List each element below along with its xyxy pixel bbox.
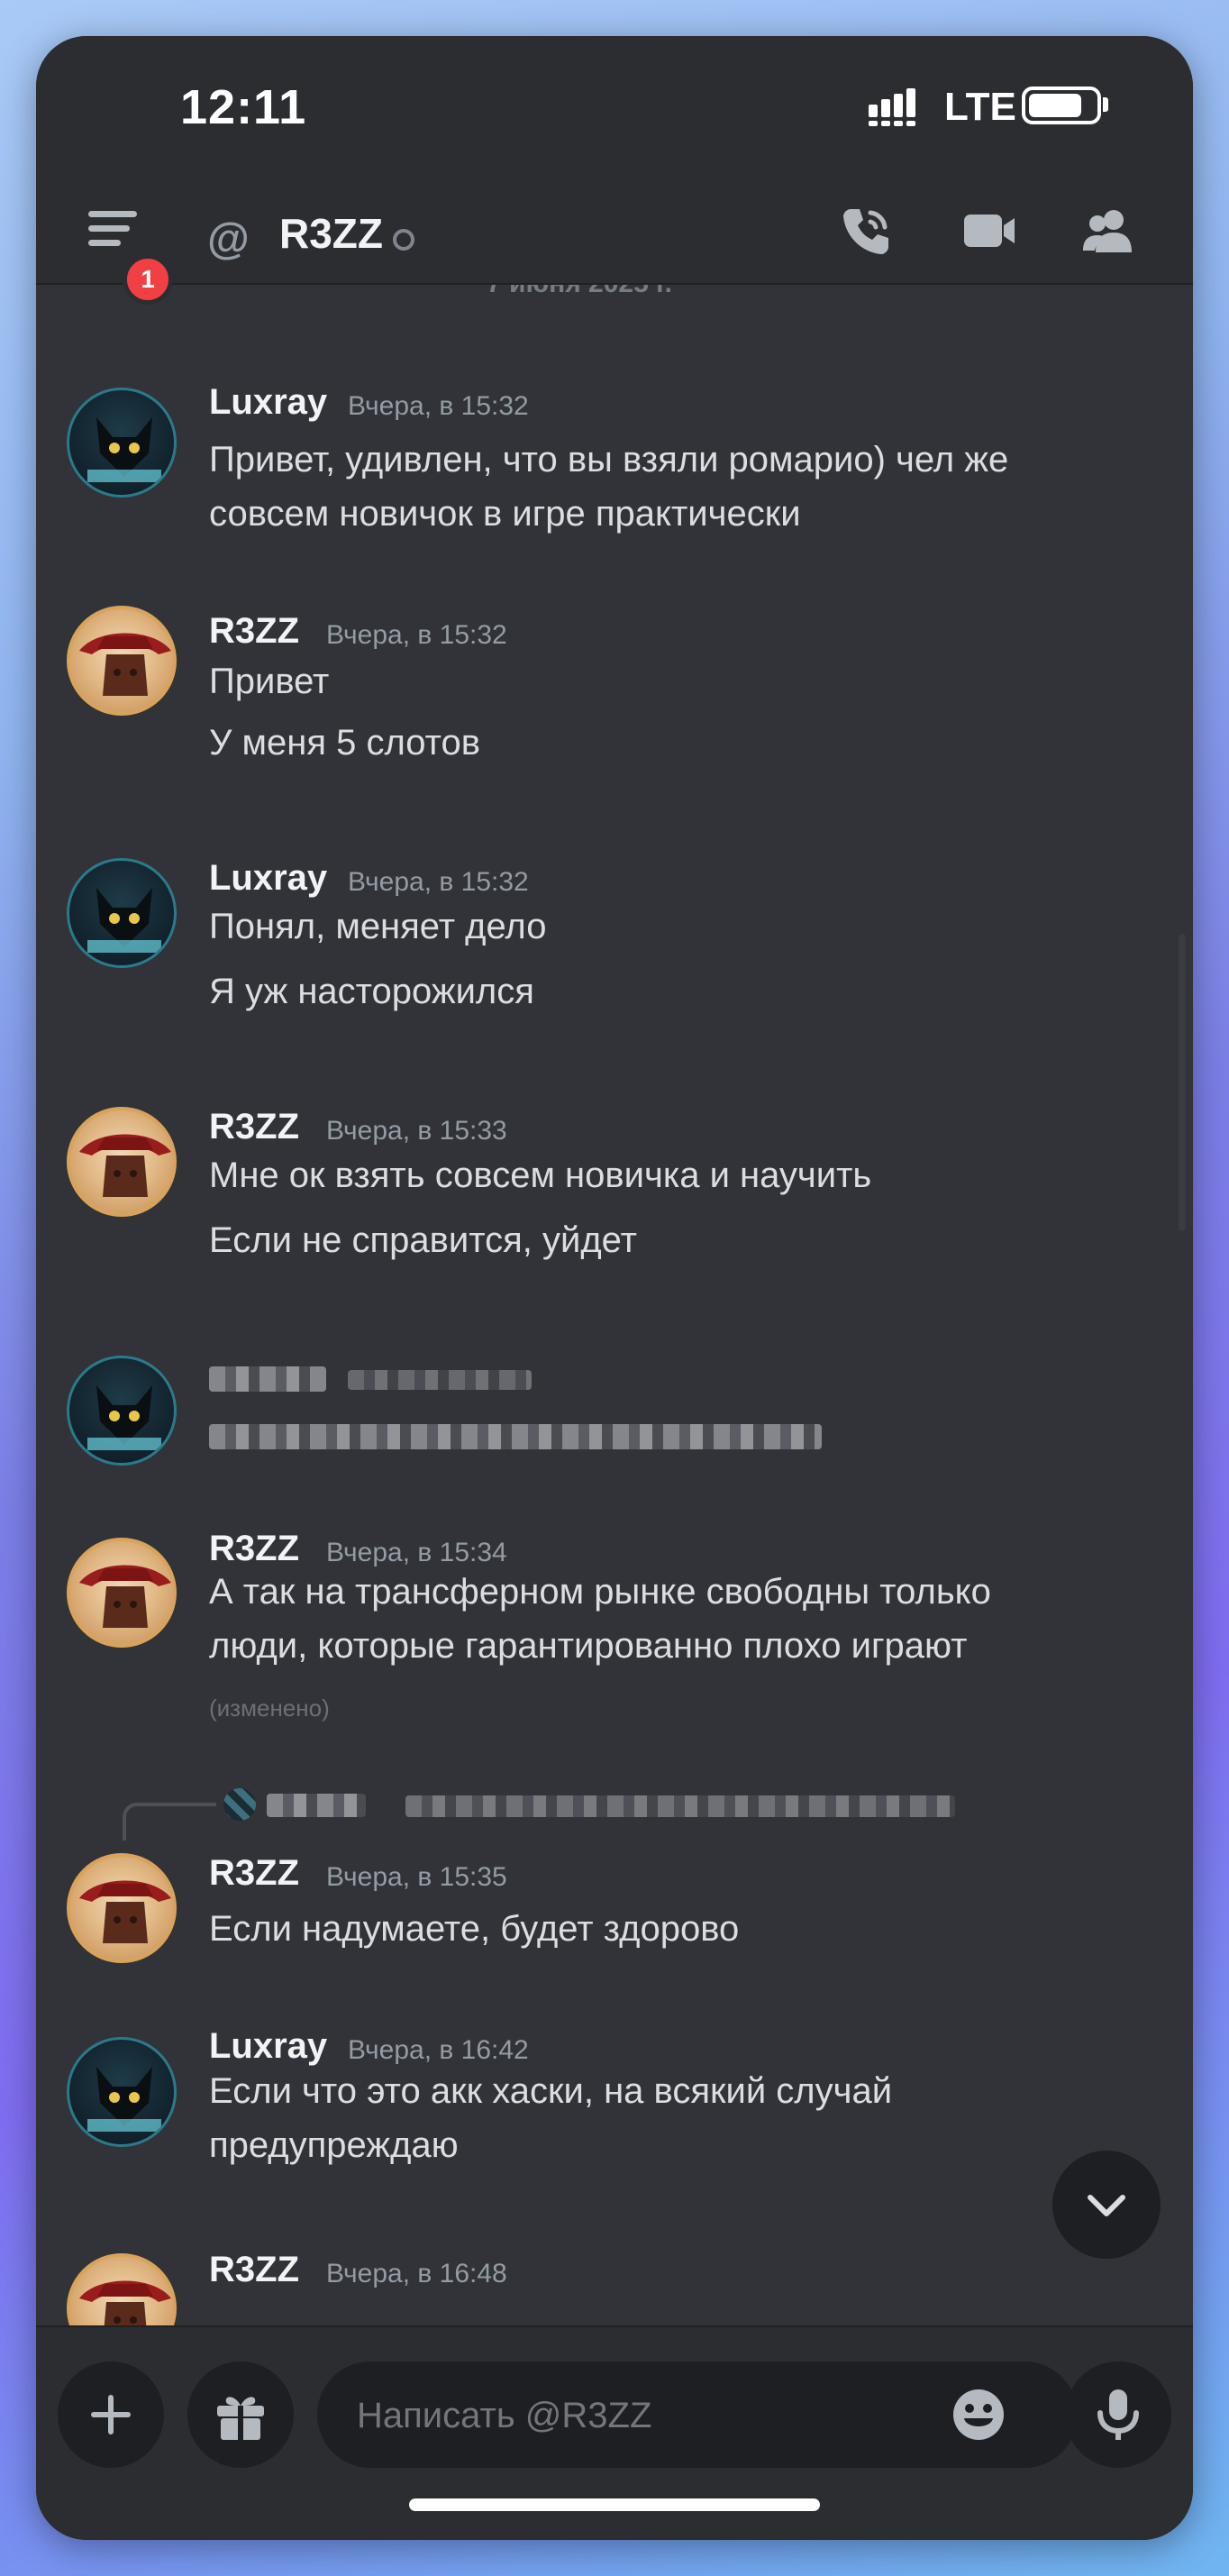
- avatar[interactable]: [67, 388, 177, 498]
- status-bar: 12:11 LTE: [36, 36, 1193, 171]
- message-line: люди, которые гарантированно плохо играю…: [209, 1626, 968, 1666]
- message-timestamp: Вчера, в 15:32: [326, 620, 507, 650]
- redacted-timestamp: [348, 1370, 532, 1390]
- scrollbar[interactable]: [1179, 934, 1186, 1231]
- network-label: LTE: [944, 85, 1016, 129]
- message-line: Если надумаете, будет здорово: [209, 1909, 740, 1949]
- avatar[interactable]: [67, 1107, 177, 1217]
- status-time: 12:11: [180, 80, 307, 134]
- video-camera-icon[interactable]: [960, 202, 1018, 260]
- message-author[interactable]: Luxray: [209, 2026, 327, 2067]
- plus-icon: [91, 2395, 131, 2434]
- message-author[interactable]: Luxray: [209, 858, 327, 899]
- message-author[interactable]: R3ZZ: [209, 1853, 299, 1894]
- message-timestamp: Вчера, в 15:35: [326, 1862, 507, 1892]
- gift-button[interactable]: [187, 2361, 294, 2468]
- message-author[interactable]: Luxray: [209, 382, 327, 423]
- message-timestamp: Вчера, в 16:42: [348, 2035, 529, 2065]
- message-list[interactable]: 7 июня 2025 г. Luxray Вчера, в 15:32 При…: [36, 285, 1193, 2325]
- redacted-reply-text[interactable]: [405, 1795, 955, 1817]
- date-divider: 7 июня 2025 г.: [487, 285, 672, 299]
- emoji-icon[interactable]: [951, 2388, 1006, 2442]
- channel-name[interactable]: R3ZZ: [279, 209, 383, 258]
- avatar[interactable]: [67, 2037, 177, 2147]
- message-timestamp: Вчера, в 15:32: [348, 391, 529, 421]
- message-timestamp: Вчера, в 15:32: [348, 867, 529, 897]
- redacted-author: [209, 1366, 326, 1392]
- members-icon[interactable]: [1079, 202, 1137, 260]
- phone-frame: 12:11 LTE 1 @ R3ZZ Luxray Вчера, в 15:32…: [36, 36, 1193, 2540]
- message-line: совсем новичок в игре практически: [209, 494, 801, 534]
- message-author[interactable]: R3ZZ: [209, 1107, 299, 1147]
- message-line: Привет: [209, 662, 330, 701]
- redacted-message: [209, 1424, 822, 1449]
- avatar[interactable]: [67, 606, 177, 716]
- avatar[interactable]: [67, 2253, 177, 2325]
- message-line: Понял, меняет дело: [209, 907, 547, 946]
- phone-call-icon[interactable]: [838, 202, 896, 260]
- reply-avatar: [223, 1788, 256, 1821]
- chat-header: 1 @ R3ZZ: [36, 171, 1193, 305]
- message-line: У меня 5 слотов: [209, 723, 481, 763]
- redacted-reply-author: [267, 1794, 366, 1817]
- avatar[interactable]: [67, 1356, 177, 1466]
- message-line: Мне ок взять совсем новичка и научить: [209, 1156, 872, 1195]
- message-line: Если не справится, уйдет: [209, 1220, 637, 1260]
- message-author[interactable]: R3ZZ: [209, 1529, 299, 1569]
- message-author[interactable]: R3ZZ: [209, 2250, 299, 2290]
- message-line: Я уж насторожился: [209, 972, 534, 1011]
- chevron-down-icon: [1088, 2195, 1125, 2216]
- voice-message-button[interactable]: [1065, 2361, 1171, 2468]
- message-input-wrapper[interactable]: [317, 2361, 1078, 2470]
- message-line: А так на трансферном рынке свободны толь…: [209, 1572, 991, 1612]
- message-line: Если что это акк хаски, на всякий случай: [209, 2071, 893, 2111]
- gift-icon: [217, 2397, 264, 2440]
- message-timestamp: Вчера, в 16:48: [326, 2259, 507, 2288]
- message-timestamp: Вчера, в 15:33: [326, 1116, 507, 1146]
- signal-icon: [869, 88, 928, 126]
- avatar[interactable]: [67, 1853, 177, 1963]
- battery-icon: [1022, 87, 1101, 124]
- microphone-icon: [1097, 2389, 1139, 2440]
- message-timestamp: Вчера, в 15:34: [326, 1538, 507, 1567]
- edited-label: (изменено): [209, 1694, 330, 1722]
- message-input[interactable]: [355, 2361, 953, 2470]
- home-indicator: [409, 2498, 820, 2511]
- at-icon: @: [207, 215, 250, 263]
- message-line: предупреждаю: [209, 2125, 459, 2165]
- avatar[interactable]: [67, 1538, 177, 1648]
- message-author[interactable]: R3ZZ: [209, 611, 299, 652]
- reply-connector: [123, 1803, 216, 1841]
- avatar[interactable]: [67, 858, 177, 968]
- offline-status-icon: [393, 229, 414, 251]
- message-line: Привет, удивлен, что вы взяли ромарио) ч…: [209, 440, 1009, 480]
- jump-to-bottom-button[interactable]: [1052, 2151, 1161, 2259]
- add-attachment-button[interactable]: [58, 2361, 164, 2468]
